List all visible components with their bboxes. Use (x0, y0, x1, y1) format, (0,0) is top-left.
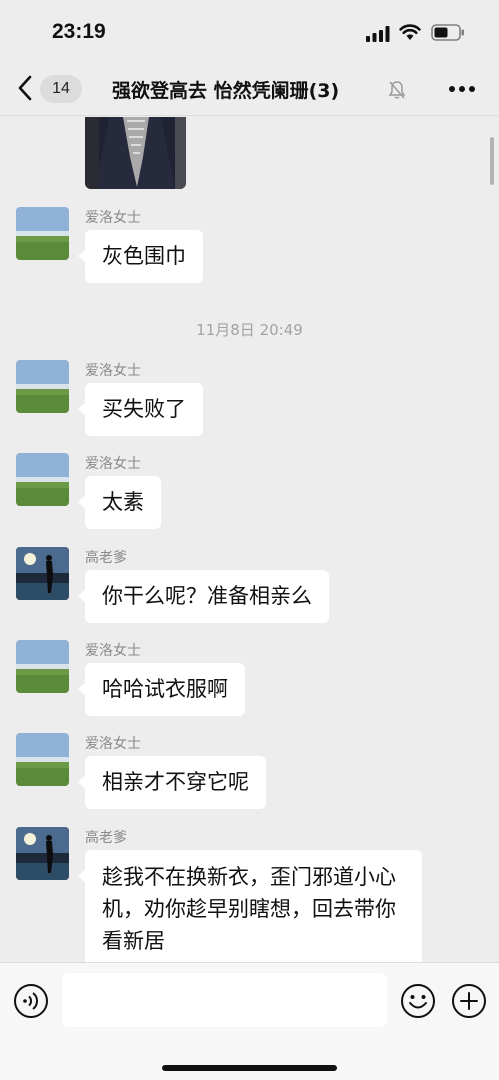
message-bubble[interactable]: 买失败了 (78, 383, 203, 436)
more-dots-icon[interactable] (444, 76, 480, 102)
message-bubble[interactable]: 你干么呢？准备相亲么 (78, 570, 329, 623)
message-bubble[interactable]: 灰色围巾 (78, 230, 203, 283)
sender-name: 爱洛女士 (85, 210, 141, 226)
landscape-avatar[interactable] (16, 207, 69, 260)
landscape-avatar[interactable] (16, 453, 69, 506)
chat-title: 强欲登高去 怡然凭阑珊(3) (112, 80, 340, 102)
home-indicator (162, 1065, 337, 1071)
sender-name: 爱洛女士 (85, 736, 141, 752)
chat-header: 14 强欲登高去 怡然凭阑珊(3) (0, 62, 499, 116)
chevron-left-icon[interactable] (14, 74, 36, 102)
sender-name: 爱洛女士 (85, 363, 141, 379)
status-bar: 23:19 (0, 0, 499, 62)
message-list[interactable]: 爱洛女士 灰色围巾 11月8日 20:49 爱洛女士 买失败了 爱洛女士 太素 (0, 117, 499, 962)
unread-count-badge[interactable]: 14 (40, 75, 82, 103)
bell-slash-icon (388, 81, 406, 99)
plus-icon[interactable] (451, 983, 487, 1019)
silhouette-avatar[interactable] (16, 547, 69, 600)
sender-name: 高老爹 (85, 830, 127, 846)
landscape-avatar[interactable] (16, 640, 69, 693)
sender-name: 爱洛女士 (85, 643, 141, 659)
landscape-avatar[interactable] (16, 360, 69, 413)
sender-name: 高老爹 (85, 550, 127, 566)
input-bar (0, 962, 499, 1080)
status-time: 23:19 (52, 20, 106, 43)
silhouette-avatar[interactable] (16, 827, 69, 880)
emoji-icon[interactable] (400, 983, 436, 1019)
message-bubble[interactable]: 趁我不在换新衣，歪门邪道小心机，劝你趁早别瞎想，回去带你看新居 (78, 850, 422, 962)
photo-message[interactable] (85, 117, 186, 189)
message-bubble[interactable]: 哈哈试衣服啊 (78, 663, 245, 716)
cellular-signal-icon (366, 26, 390, 42)
time-divider: 11月8日 20:49 (196, 321, 303, 339)
battery-icon (431, 24, 464, 41)
message-bubble[interactable]: 相亲才不穿它呢 (78, 756, 266, 809)
sender-name: 爱洛女士 (85, 456, 141, 472)
landscape-avatar[interactable] (16, 733, 69, 786)
voice-icon[interactable] (13, 983, 49, 1019)
message-bubble[interactable]: 太素 (78, 476, 161, 529)
scrollbar-thumb[interactable] (490, 137, 494, 185)
wifi-icon (399, 24, 421, 40)
message-input[interactable] (62, 973, 387, 1027)
